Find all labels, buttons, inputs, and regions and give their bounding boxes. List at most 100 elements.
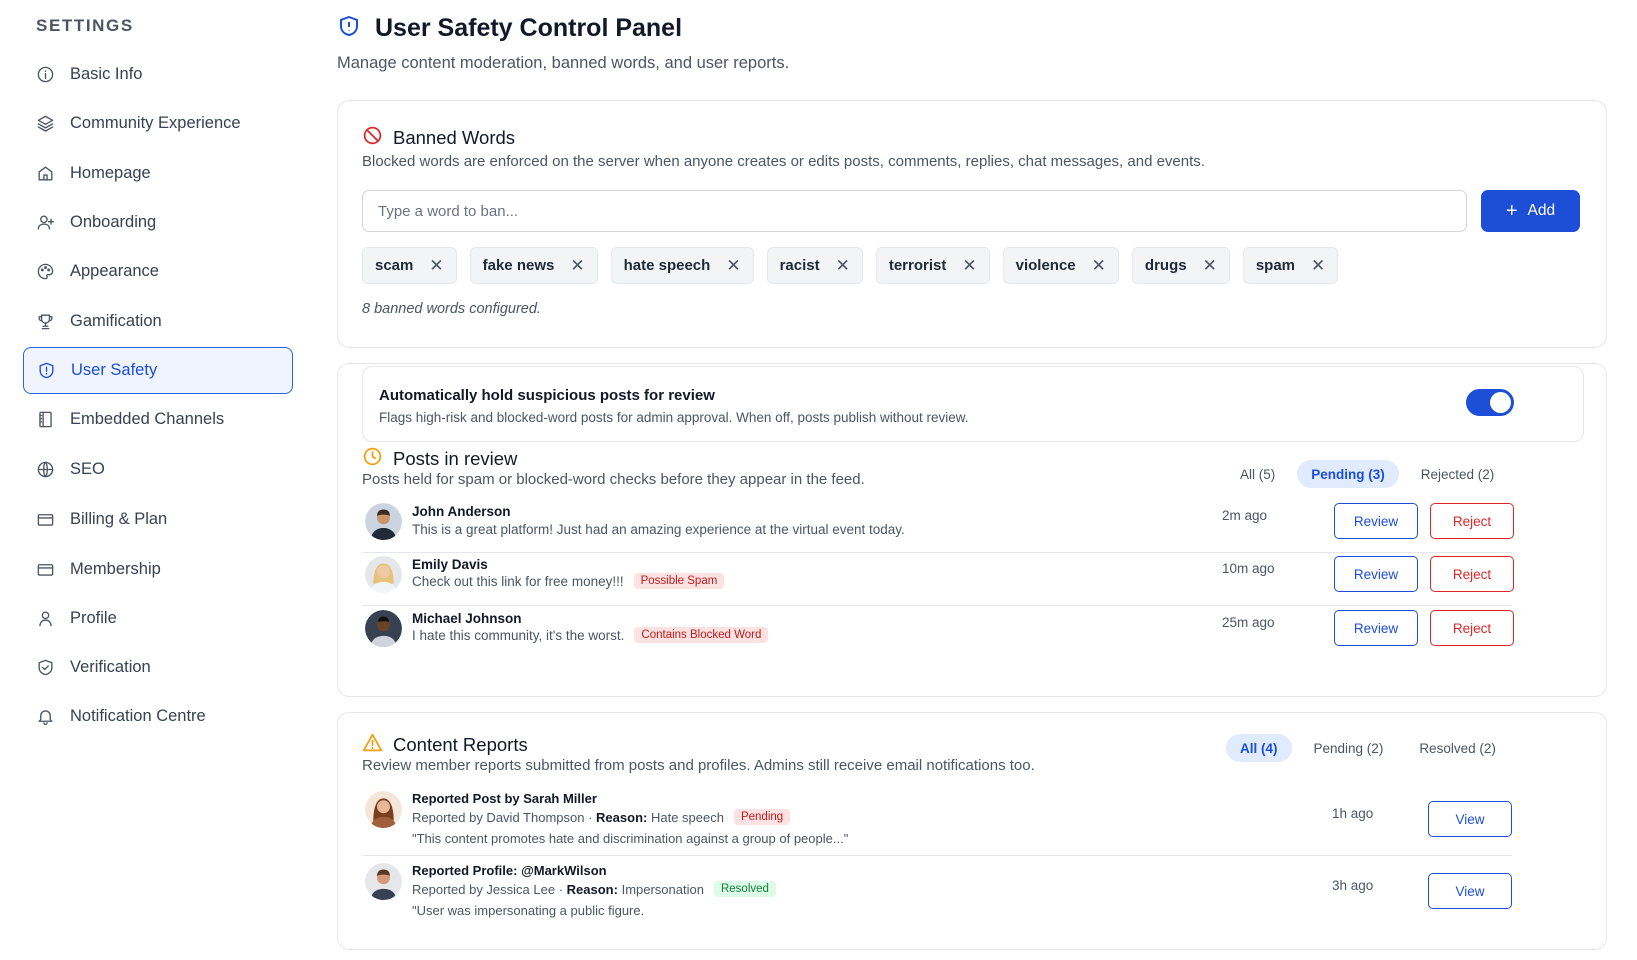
post-text-content: I hate this community, it's the worst. — [412, 627, 625, 643]
banned-words-description: Blocked words are enforced on the server… — [362, 153, 1205, 170]
post-time: 10m ago — [1222, 561, 1275, 576]
view-button[interactable]: View — [1428, 801, 1512, 837]
banned-word-chip: fake news ✕ — [469, 247, 598, 284]
close-icon[interactable]: ✕ — [1092, 256, 1106, 276]
close-icon[interactable]: ✕ — [726, 256, 740, 276]
sidebar-item-label: Community Experience — [70, 114, 241, 132]
filter-pending[interactable]: Pending (3) — [1297, 460, 1399, 488]
auto-hold-toggle[interactable] — [1466, 389, 1514, 416]
reject-button[interactable]: Reject — [1430, 610, 1514, 646]
sidebar-item-embedded-channels[interactable]: Embedded Channels — [23, 396, 293, 443]
sidebar-item-profile[interactable]: Profile — [23, 595, 293, 642]
sidebar-item-notification-centre[interactable]: Notification Centre — [23, 693, 293, 740]
view-button[interactable]: View — [1428, 873, 1512, 909]
sidebar-item-billing-plan[interactable]: Billing & Plan — [23, 496, 293, 543]
review-row: Emily Davis Check out this link for free… — [362, 556, 1514, 606]
close-icon[interactable]: ✕ — [836, 256, 850, 276]
close-icon[interactable]: ✕ — [1203, 256, 1217, 276]
plus-icon: + — [1505, 200, 1518, 222]
sidebar-item-seo[interactable]: SEO — [23, 446, 293, 493]
avatar — [365, 863, 402, 900]
sidebar-item-verification[interactable]: Verification — [23, 644, 293, 691]
avatar — [365, 791, 402, 828]
sidebar-item-gamification[interactable]: Gamification — [23, 298, 293, 345]
filter-rejected[interactable]: Rejected (2) — [1407, 460, 1509, 488]
sidebar-item-label: Membership — [70, 560, 161, 578]
close-icon[interactable]: ✕ — [1311, 256, 1325, 276]
chip-label: violence — [1015, 257, 1076, 274]
sidebar-item-label: Embedded Channels — [70, 410, 225, 428]
poster-name: John Anderson — [412, 504, 511, 519]
status-badge: Possible Spam — [633, 573, 725, 589]
banned-word-chip: terrorist ✕ — [875, 247, 990, 284]
sidebar-item-label: Homepage — [70, 164, 151, 182]
review-button[interactable]: Review — [1334, 503, 1418, 539]
card-icon — [35, 560, 55, 580]
sidebar-item-homepage[interactable]: Homepage — [23, 150, 293, 197]
sidebar-item-label: Appearance — [70, 262, 159, 280]
status-badge: Pending — [733, 809, 791, 825]
auto-hold-title: Automatically hold suspicious posts for … — [379, 387, 715, 404]
shield-check-icon — [35, 658, 55, 678]
banned-words-header: Banned Words — [362, 125, 515, 151]
posts-review-header: Posts in review — [362, 446, 517, 472]
reject-button[interactable]: Reject — [1430, 503, 1514, 539]
reporter-text: Reported by David Thompson · — [412, 809, 593, 825]
sidebar-item-membership[interactable]: Membership — [23, 546, 293, 593]
sidebar-item-basic-info[interactable]: Basic Info — [23, 51, 293, 98]
user-icon — [35, 609, 55, 629]
ban-word-input[interactable] — [362, 190, 1467, 232]
review-row: Michael Johnson I hate this community, i… — [362, 610, 1514, 660]
post-text-content: This is a great platform! Just had an am… — [412, 522, 905, 537]
review-button[interactable]: Review — [1334, 556, 1418, 592]
sidebar-item-community-experience[interactable]: Community Experience — [23, 100, 293, 147]
bell-icon — [35, 707, 55, 727]
report-time: 1h ago — [1332, 806, 1374, 821]
sidebar-item-label: Billing & Plan — [70, 510, 168, 528]
review-button[interactable]: Review — [1334, 610, 1418, 646]
close-icon[interactable]: ✕ — [570, 256, 584, 276]
review-filter-tabs: All (5) Pending (3) Rejected (2) — [1218, 460, 1508, 488]
book-icon — [35, 410, 55, 430]
clock-icon — [362, 446, 383, 472]
card-icon — [35, 510, 55, 530]
add-word-button[interactable]: + Add — [1481, 190, 1580, 232]
report-quote: "User was impersonating a public figure. — [412, 903, 645, 918]
reject-button[interactable]: Reject — [1430, 556, 1514, 592]
filter-all[interactable]: All (4) — [1226, 734, 1292, 762]
close-icon[interactable]: ✕ — [429, 256, 443, 276]
banned-word-list: scam ✕ fake news ✕ hate speech ✕ racist ✕ te… — [362, 247, 1351, 284]
banned-word-chip: violence ✕ — [1002, 247, 1119, 284]
banned-word-chip: scam ✕ — [362, 247, 457, 284]
close-icon[interactable]: ✕ — [962, 256, 976, 276]
report-filter-tabs: All (4) Pending (2) Resolved (2) — [1218, 734, 1510, 762]
filter-resolved[interactable]: Resolved (2) — [1405, 734, 1510, 762]
sidebar-item-label: Onboarding — [70, 213, 157, 231]
post-text: I hate this community, it's the worst. Co… — [412, 627, 769, 643]
sidebar-item-user-safety[interactable]: User Safety — [23, 347, 293, 394]
page-subtitle: Manage content moderation, banned words,… — [337, 54, 790, 72]
filter-all[interactable]: All (5) — [1226, 460, 1289, 488]
posts-review-card: Automatically hold suspicious posts for … — [337, 363, 1607, 697]
info-icon — [35, 65, 55, 85]
chip-label: drugs — [1144, 257, 1187, 274]
filter-pending[interactable]: Pending (2) — [1300, 734, 1398, 762]
sidebar-item-label: Basic Info — [70, 65, 143, 83]
banned-word-chip: racist ✕ — [766, 247, 863, 284]
review-row: John Anderson This is a great platform! … — [362, 503, 1514, 553]
globe-icon — [35, 460, 55, 480]
sidebar-item-label: Verification — [70, 658, 151, 676]
report-title: Reported Profile: @MarkWilson — [412, 863, 607, 878]
post-text-content: Check out this link for free money!!! — [412, 573, 624, 589]
report-meta: Reported by Jessica Lee · Reason: Impers… — [412, 881, 776, 897]
reason-text: Impersonation — [621, 881, 704, 897]
posts-review-description: Posts held for spam or blocked-word chec… — [362, 471, 865, 488]
post-time: 2m ago — [1222, 508, 1268, 523]
posts-review-title: Posts in review — [393, 448, 518, 469]
content-reports-card: Content Reports Review member reports su… — [337, 712, 1607, 950]
shield-icon — [337, 14, 361, 43]
sidebar-item-label: Gamification — [70, 312, 162, 330]
content-reports-title: Content Reports — [393, 734, 528, 755]
sidebar-item-onboarding[interactable]: Onboarding — [23, 199, 293, 246]
sidebar-item-appearance[interactable]: Appearance — [23, 248, 293, 295]
